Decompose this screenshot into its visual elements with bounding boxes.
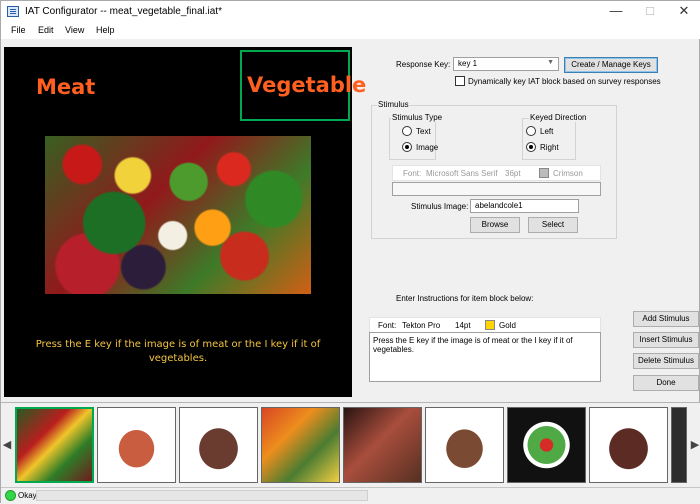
dynamic-key-checkbox[interactable]: [455, 76, 465, 86]
thumbnail-meat-5[interactable]: [343, 407, 422, 483]
status-text: Okay: [18, 491, 37, 500]
thumbnail-meat-6[interactable]: [425, 407, 504, 483]
text-option-label: Text: [416, 127, 431, 136]
thumbnail-partial-9[interactable]: [671, 407, 687, 483]
menu-file[interactable]: File: [11, 25, 26, 35]
stimulus-font-size[interactable]: 36pt: [505, 169, 521, 178]
image-option-label: Image: [416, 143, 439, 152]
response-key-label: Response Key:: [396, 60, 451, 69]
keyed-direction-title: Keyed Direction: [529, 113, 588, 122]
thumbnail-meat-2[interactable]: [97, 407, 176, 483]
status-indicator-icon: [5, 490, 16, 501]
add-stimulus-button[interactable]: Add Stimulus: [633, 311, 699, 327]
done-button[interactable]: Done: [633, 375, 699, 391]
thumbnail-meat-8[interactable]: [589, 407, 668, 483]
create-manage-keys-button[interactable]: Create / Manage Keys: [564, 57, 658, 73]
instructions-text-area[interactable]: Press the E key if the image is of meat …: [369, 332, 601, 382]
instructions-font-prefix: Font:: [378, 321, 397, 330]
right-direction-radio[interactable]: [526, 142, 536, 152]
menu-edit[interactable]: Edit: [38, 25, 54, 35]
instructions-font-name[interactable]: Tekton Pro: [402, 321, 440, 330]
left-option-label: Left: [540, 127, 554, 136]
select-button[interactable]: Select: [528, 217, 578, 233]
thumbnail-vegetables-4[interactable]: [261, 407, 340, 483]
response-key-dropdown[interactable]: key 1 ▼: [453, 57, 559, 71]
iat-configurator-window: IAT Configurator -- meat_vegetable_final…: [0, 0, 700, 504]
stimulus-font-toolbar: Font: Microsoft Sans Serif 36pt Crimson: [392, 165, 601, 181]
minimize-button[interactable]: —: [599, 1, 633, 23]
stimulus-image-field[interactable]: abelandcole1: [470, 199, 579, 213]
dynamic-key-label: Dynamically key IAT block based on surve…: [468, 77, 661, 86]
text-stimulus-field: [392, 182, 601, 196]
stimulus-font-color[interactable]: Crimson: [553, 169, 583, 178]
status-progress-bar: [36, 490, 368, 501]
status-bar: Okay: [1, 487, 700, 504]
maximize-button[interactable]: □: [633, 1, 667, 23]
title-bar: IAT Configurator -- meat_vegetable_final…: [1, 1, 700, 23]
stimulus-color-swatch: [539, 168, 549, 178]
insert-stimulus-button[interactable]: Insert Stimulus: [633, 332, 699, 348]
image-stimulus-radio[interactable]: [402, 142, 412, 152]
stimulus-image-label: Stimulus Image:: [411, 202, 469, 211]
thumbnail-meat-3[interactable]: [179, 407, 258, 483]
thumbnail-salad-7[interactable]: [507, 407, 586, 483]
response-key-value: key 1: [458, 59, 478, 68]
app-icon: [7, 6, 19, 17]
delete-stimulus-button[interactable]: Delete Stimulus: [633, 353, 699, 369]
window-title: IAT Configurator -- meat_vegetable_final…: [25, 6, 222, 17]
thumbnail-vegetable-selected[interactable]: [15, 407, 94, 483]
stimulus-group-title: Stimulus: [377, 100, 410, 109]
menu-help[interactable]: Help: [96, 25, 115, 35]
vegetable-stimulus-image: [45, 136, 311, 294]
left-direction-radio[interactable]: [526, 126, 536, 136]
right-category-box: Vegetable: [240, 50, 366, 121]
stimulus-preview: Meat Vegetable Press the E key if the im…: [4, 47, 366, 397]
stimulus-thumbnail-strip[interactable]: ◀ ▶: [1, 402, 700, 487]
stimulus-type-title: Stimulus Type: [391, 113, 444, 122]
stimulus-font-name[interactable]: Microsoft Sans Serif: [426, 169, 498, 178]
instructions-font-size[interactable]: 14pt: [455, 321, 471, 330]
instructions-font-toolbar: Font: Tekton Pro 14pt Gold: [369, 317, 601, 333]
browse-button[interactable]: Browse: [470, 217, 520, 233]
preview-instructions: Press the E key if the image is of meat …: [35, 339, 321, 364]
instructions-label: Enter Instructions for item block below:: [396, 294, 534, 303]
keyed-direction-group: [522, 118, 576, 160]
text-stimulus-radio[interactable]: [402, 126, 412, 136]
right-category-label: Vegetable: [247, 73, 367, 97]
chevron-down-icon: ▼: [547, 59, 554, 66]
close-button[interactable]: ✕: [667, 1, 700, 23]
menu-bar: File Edit View Help: [1, 23, 700, 39]
menu-view[interactable]: View: [65, 25, 84, 35]
stimulus-type-group: [389, 118, 436, 160]
stimulus-font-prefix: Font:: [403, 169, 422, 178]
scroll-left-icon[interactable]: ◀: [1, 403, 13, 487]
scroll-right-icon[interactable]: ▶: [689, 403, 700, 487]
gold-color-swatch: [485, 320, 495, 330]
right-option-label: Right: [540, 143, 559, 152]
instructions-font-color[interactable]: Gold: [499, 321, 516, 330]
left-category-label: Meat: [36, 75, 96, 99]
